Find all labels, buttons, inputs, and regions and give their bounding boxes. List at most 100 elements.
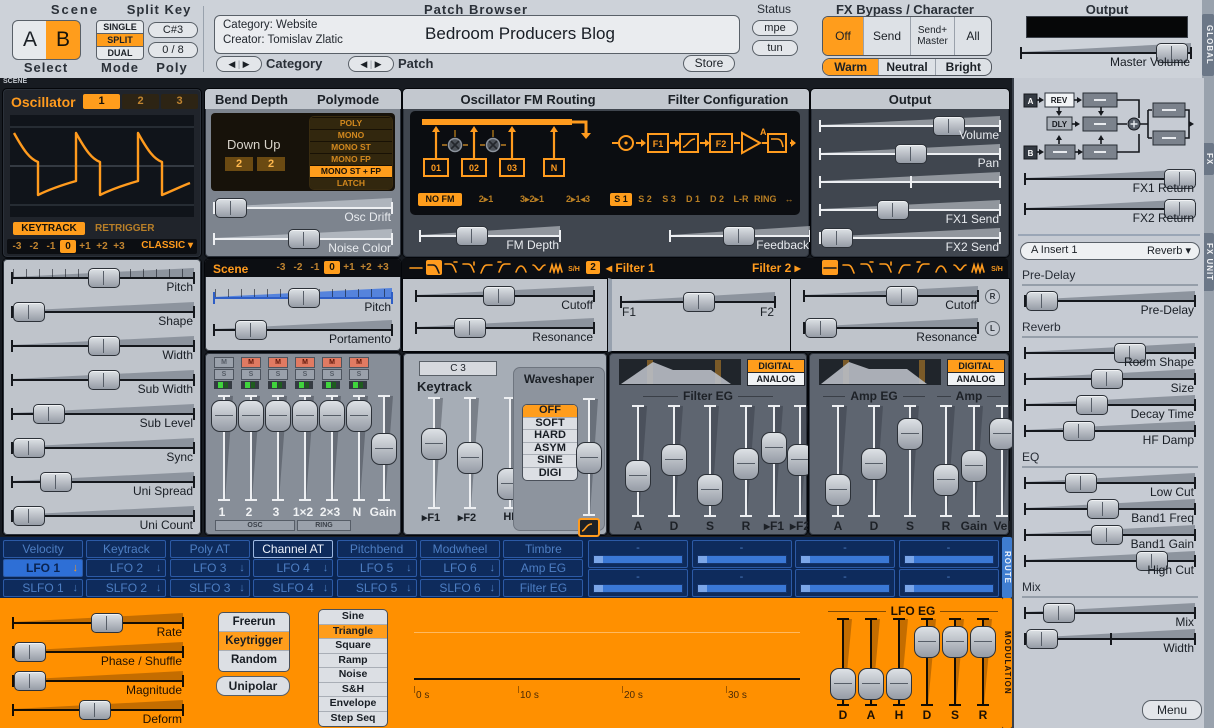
osc-tab-3[interactable]: 3 <box>161 94 198 109</box>
slider-handle[interactable] <box>88 268 120 288</box>
filter-config-option-l-r[interactable]: L-R <box>730 193 752 206</box>
filter2-type-lpL-icon[interactable] <box>878 260 894 275</box>
osc-waveform-display[interactable] <box>10 115 194 217</box>
filter2-type-line-icon[interactable] <box>822 260 838 275</box>
slider-handle[interactable] <box>683 292 715 312</box>
slider-handle[interactable] <box>886 286 918 306</box>
gain-vslider[interactable] <box>371 395 397 501</box>
d-vslider[interactable] <box>914 618 940 706</box>
mod-cell-slfo-6[interactable]: SLFO 6↓ <box>420 579 500 597</box>
filter1-type-bp-icon[interactable] <box>513 260 529 275</box>
fm-depth-slider[interactable]: FM Depth <box>419 221 561 253</box>
mod-cell-down-icon[interactable]: ↓ <box>239 560 245 576</box>
scene-octave-1[interactable]: +1 <box>341 261 357 274</box>
mod-depth-bar[interactable] <box>593 555 683 564</box>
mod-cell-timbre[interactable]: Timbre <box>503 540 583 558</box>
lfo-shape-square[interactable]: Square <box>319 638 387 653</box>
mixer-solo-2[interactable]: S <box>241 369 261 380</box>
warm-character-button[interactable]: Warm <box>823 59 878 75</box>
scene-octave-1[interactable]: -1 <box>307 261 323 274</box>
mod-cell-down-icon[interactable]: ↓ <box>156 580 162 596</box>
slider-handle[interactable] <box>861 448 887 480</box>
keytrack-value-display[interactable]: C 3 <box>419 361 497 376</box>
1-2-vslider[interactable] <box>292 395 318 501</box>
filter1-type-hp4-icon[interactable] <box>496 260 512 275</box>
mod-cell-down-icon[interactable]: ↓ <box>156 560 162 576</box>
patch-next-icon[interactable]: ▶ <box>375 59 382 69</box>
mod-cell-lfo-5[interactable]: LFO 5↓ <box>337 559 417 577</box>
slider-handle[interactable] <box>483 286 515 306</box>
fm-routing-option-no-fm[interactable]: NO FM <box>418 193 462 206</box>
pre-delay-slider[interactable]: Pre-Delay <box>1024 286 1196 318</box>
osc-keytrack-button[interactable]: KEYTRACK <box>13 222 85 235</box>
osc-octave-2[interactable]: +2 <box>94 240 110 253</box>
slider-handle[interactable] <box>13 506 45 526</box>
mixer-solo-3[interactable]: S <box>268 369 288 380</box>
shape-slider[interactable]: Shape <box>11 297 195 329</box>
scene-a-button[interactable]: A <box>12 20 48 60</box>
width-slider[interactable]: Width <box>11 331 195 363</box>
slider-handle[interactable] <box>88 336 120 356</box>
mpe-button[interactable]: mpe <box>752 20 798 36</box>
slider-handle[interactable] <box>371 433 397 465</box>
slider-handle[interactable] <box>1087 499 1119 519</box>
tab-global[interactable]: GLOBAL <box>1202 14 1214 76</box>
mod-cell-down-icon[interactable]: ↓ <box>490 560 496 576</box>
analog-mode-button-feg-panel[interactable]: ANALOG <box>747 372 805 386</box>
cutoff-slider[interactable]: Cutoff <box>415 281 595 313</box>
osc-octave-1[interactable]: +1 <box>77 240 93 253</box>
waveshaper-type-soft[interactable]: SOFT <box>523 417 577 430</box>
filter-config-option-s-2[interactable]: S 2 <box>634 193 656 206</box>
mod-depth-bar[interactable] <box>800 555 890 564</box>
fm-routing-option-3-2-1[interactable]: 3▸2▸1 <box>510 193 554 206</box>
mod-cell-lfo-6[interactable]: LFO 6↓ <box>420 559 500 577</box>
mod-cell-modwheel[interactable]: Modwheel <box>420 540 500 558</box>
slider-handle[interactable] <box>886 668 912 700</box>
slider-handle[interactable] <box>33 404 65 424</box>
param-slider[interactable] <box>620 287 776 319</box>
drive-vslider[interactable] <box>576 398 602 516</box>
osc-octave-0[interactable]: 0 <box>60 240 76 253</box>
category-next-icon[interactable]: ▶ <box>243 59 250 69</box>
mod-slot-cell[interactable]: - <box>795 540 895 568</box>
slider-handle[interactable] <box>933 464 959 496</box>
mixer-solo-1[interactable]: S <box>214 369 234 380</box>
1-vslider[interactable] <box>211 395 237 501</box>
slider-handle[interactable] <box>970 626 996 658</box>
a-vslider[interactable] <box>825 405 851 517</box>
slider-handle[interactable] <box>292 400 318 432</box>
tab-route[interactable]: ROUTE <box>1002 537 1012 598</box>
digital-mode-button-aeg-panel[interactable]: DIGITAL <box>947 359 1005 373</box>
mod-cell-down-icon[interactable]: ↓ <box>490 580 496 596</box>
f1-vslider[interactable] <box>761 405 787 517</box>
slider-handle[interactable] <box>961 450 987 482</box>
slider-handle[interactable] <box>914 626 940 658</box>
filter-config-option-d-1[interactable]: D 1 <box>682 193 704 206</box>
mod-cell-poly-at[interactable]: Poly AT <box>170 540 250 558</box>
mod-cell-down-icon[interactable]: ↓ <box>239 580 245 596</box>
cutoff-slider[interactable]: Cutoff <box>803 281 979 313</box>
slider-handle[interactable] <box>346 400 372 432</box>
r-vslider[interactable] <box>970 618 996 706</box>
waveshaper-type-asym[interactable]: ASYM <box>523 442 577 455</box>
feedback-slider[interactable]: Feedback <box>669 221 811 253</box>
slider-handle[interactable] <box>14 671 46 691</box>
filter-config-option-d-2[interactable]: D 2 <box>706 193 728 206</box>
r-vslider[interactable] <box>933 405 959 517</box>
slider-handle[interactable] <box>858 668 884 700</box>
filter2-type-hp-icon[interactable] <box>896 260 912 275</box>
mod-cell-slfo-3[interactable]: SLFO 3↓ <box>170 579 250 597</box>
f1-vslider[interactable] <box>421 397 447 509</box>
lfo-shape-s-h[interactable]: S&H <box>319 682 387 697</box>
slider-handle[interactable] <box>1076 395 1108 415</box>
waveshaper-type-off[interactable]: OFF <box>523 405 577 417</box>
filter1-type-hp-icon[interactable] <box>478 260 494 275</box>
f2-vslider[interactable] <box>457 397 483 509</box>
uni-spread-slider[interactable]: Uni Spread <box>11 467 195 499</box>
a-vslider[interactable] <box>858 618 884 706</box>
master-volume-slider[interactable]: Master Volume <box>1020 38 1192 70</box>
waveshaper-type-digi[interactable]: DIGI <box>523 467 577 480</box>
scene-octave-2[interactable]: -2 <box>290 261 306 274</box>
polymode-latch[interactable]: LATCH <box>310 177 392 189</box>
lfo-shape-triangle[interactable]: Triangle <box>319 624 387 639</box>
